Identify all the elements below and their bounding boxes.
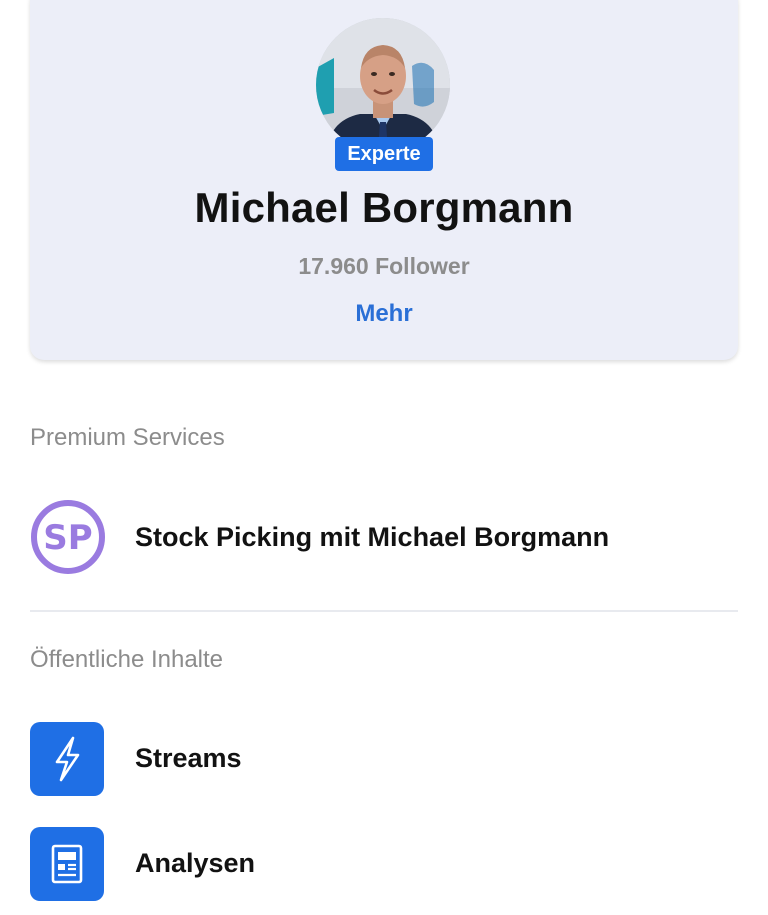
follower-count: 17.960 Follower	[298, 253, 470, 279]
public-item-label-analysen: Analysen	[135, 848, 256, 878]
profile-photo	[316, 18, 450, 152]
more-link[interactable]: Mehr	[334, 300, 434, 328]
sp-logo-text: SP	[43, 518, 92, 558]
public-item-streams[interactable]: Streams	[30, 720, 738, 796]
avatar	[316, 18, 450, 152]
premium-services-heading: Premium Services	[30, 424, 225, 451]
section-divider	[30, 610, 738, 612]
profile-card: Experte Michael Borgmann 17.960 Follower…	[30, 0, 738, 360]
expert-badge: Experte	[335, 137, 433, 171]
public-item-label-streams: Streams	[135, 743, 242, 773]
public-content-heading: Öffentliche Inhalte	[30, 646, 224, 673]
premium-item-stock-picking[interactable]: SP Stock Picking mit Michael Borgmann	[30, 499, 738, 575]
sp-logo-icon: SP	[30, 499, 106, 575]
profile-name: Michael Borgmann	[194, 184, 574, 231]
article-icon	[30, 827, 104, 901]
premium-item-label: Stock Picking mit Michael Borgmann	[135, 522, 610, 552]
public-item-analysen[interactable]: Analysen	[30, 825, 738, 901]
lightning-icon	[30, 722, 104, 796]
